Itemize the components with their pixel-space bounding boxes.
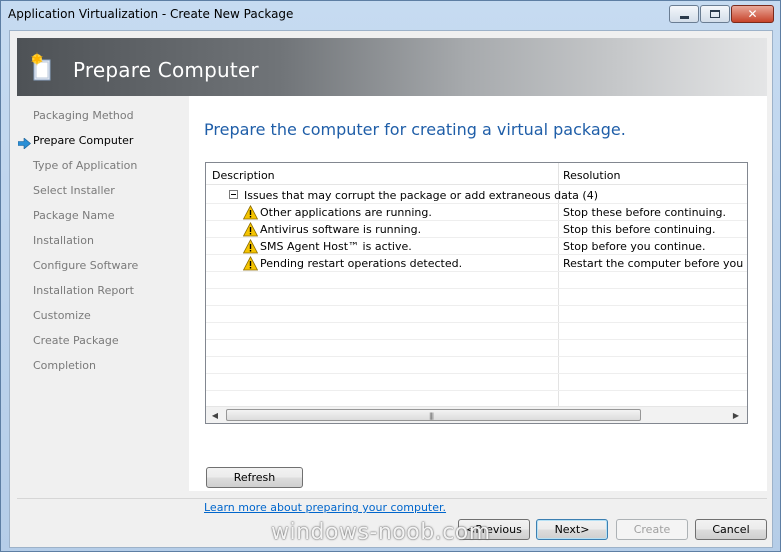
issue-row[interactable]: SMS Agent Host™ is active. Stop before y… (206, 238, 747, 255)
warning-icon (243, 222, 258, 237)
close-icon: ✕ (747, 7, 758, 21)
empty-row (206, 323, 747, 340)
column-header-description[interactable]: Description (212, 169, 275, 182)
empty-row (206, 374, 747, 391)
wizard-client-area: Prepare Computer Packaging Method Prepar… (9, 30, 773, 548)
empty-row (206, 340, 747, 357)
title-bar[interactable]: Application Virtualization - Create New … (1, 1, 780, 29)
warning-icon (243, 239, 258, 254)
nav-step-completion: Completion (33, 359, 97, 372)
nav-step-type-of-application: Type of Application (33, 159, 138, 172)
warning-icon (243, 205, 258, 220)
nav-step-prepare-computer: Prepare Computer (33, 134, 134, 147)
nav-step-select-installer: Select Installer (33, 184, 115, 197)
window-title: Application Virtualization - Create New … (8, 7, 294, 21)
minimize-icon (679, 15, 689, 19)
nav-step-packaging-method: Packaging Method (33, 109, 134, 122)
issue-description: SMS Agent Host™ is active. (260, 240, 412, 253)
issue-description: Other applications are running. (260, 206, 432, 219)
grid-header: Description Resolution (206, 163, 747, 185)
create-button: Create (616, 519, 688, 540)
nav-step-installation: Installation (33, 234, 94, 247)
current-step-arrow-icon (18, 138, 31, 149)
column-header-resolution[interactable]: Resolution (563, 169, 620, 182)
nav-step-create-package: Create Package (33, 334, 119, 347)
issue-row[interactable]: Pending restart operations detected. Res… (206, 255, 747, 272)
close-button[interactable]: ✕ (731, 5, 774, 23)
group-label: Issues that may corrupt the package or a… (244, 189, 598, 202)
nav-step-configure-software: Configure Software (33, 259, 139, 272)
issue-description: Antivirus software is running. (260, 223, 422, 236)
nav-step-package-name: Package Name (33, 209, 115, 222)
warning-icon (243, 256, 258, 271)
maximize-icon (710, 10, 720, 18)
horizontal-scrollbar[interactable]: ◀ ||| ▶ (206, 406, 747, 423)
issue-resolution: Stop before you continue. (563, 240, 706, 253)
empty-row (206, 272, 747, 289)
next-button[interactable]: Next> (536, 519, 608, 540)
banner-title: Prepare Computer (73, 58, 259, 82)
nav-step-customize: Customize (33, 309, 91, 322)
collapse-group-icon[interactable] (229, 190, 238, 199)
window-controls: ✕ (668, 5, 774, 23)
wizard-content: Prepare the computer for creating a virt… (189, 96, 767, 514)
empty-row (206, 357, 747, 374)
minimize-button[interactable] (669, 5, 699, 23)
scroll-right-icon[interactable]: ▶ (729, 409, 743, 421)
watermark: windows-noob.com (271, 520, 491, 545)
issues-grid[interactable]: Description Resolution Issues that may c… (205, 162, 748, 424)
issue-description: Pending restart operations detected. (260, 257, 463, 270)
issue-resolution: Stop this before continuing. (563, 223, 716, 236)
refresh-button[interactable]: Refresh (206, 467, 303, 488)
page-heading: Prepare the computer for creating a virt… (204, 120, 626, 139)
issue-row[interactable]: Other applications are running. Stop the… (206, 204, 747, 221)
empty-row (206, 289, 747, 306)
group-row[interactable]: Issues that may corrupt the package or a… (206, 187, 747, 204)
issue-row[interactable]: Antivirus software is running. Stop this… (206, 221, 747, 238)
wizard-banner: Prepare Computer (17, 38, 767, 96)
scroll-left-icon[interactable]: ◀ (208, 409, 222, 421)
scrollbar-thumb[interactable]: ||| (226, 409, 641, 421)
wizard-step-nav: Packaging Method Prepare Computer Type o… (17, 96, 189, 491)
package-wizard-icon (31, 52, 51, 81)
empty-row (206, 306, 747, 323)
cancel-button[interactable]: Cancel (695, 519, 767, 540)
issue-resolution: Restart the computer before you sequ (563, 257, 747, 270)
issue-resolution: Stop these before continuing. (563, 206, 727, 219)
wizard-window: Application Virtualization - Create New … (0, 0, 781, 552)
learn-more-link[interactable]: Learn more about preparing your computer… (204, 501, 446, 514)
scrollbar-grip-icon: ||| (429, 412, 434, 420)
nav-step-installation-report: Installation Report (33, 284, 134, 297)
footer-divider (17, 498, 767, 499)
maximize-button[interactable] (700, 5, 730, 23)
